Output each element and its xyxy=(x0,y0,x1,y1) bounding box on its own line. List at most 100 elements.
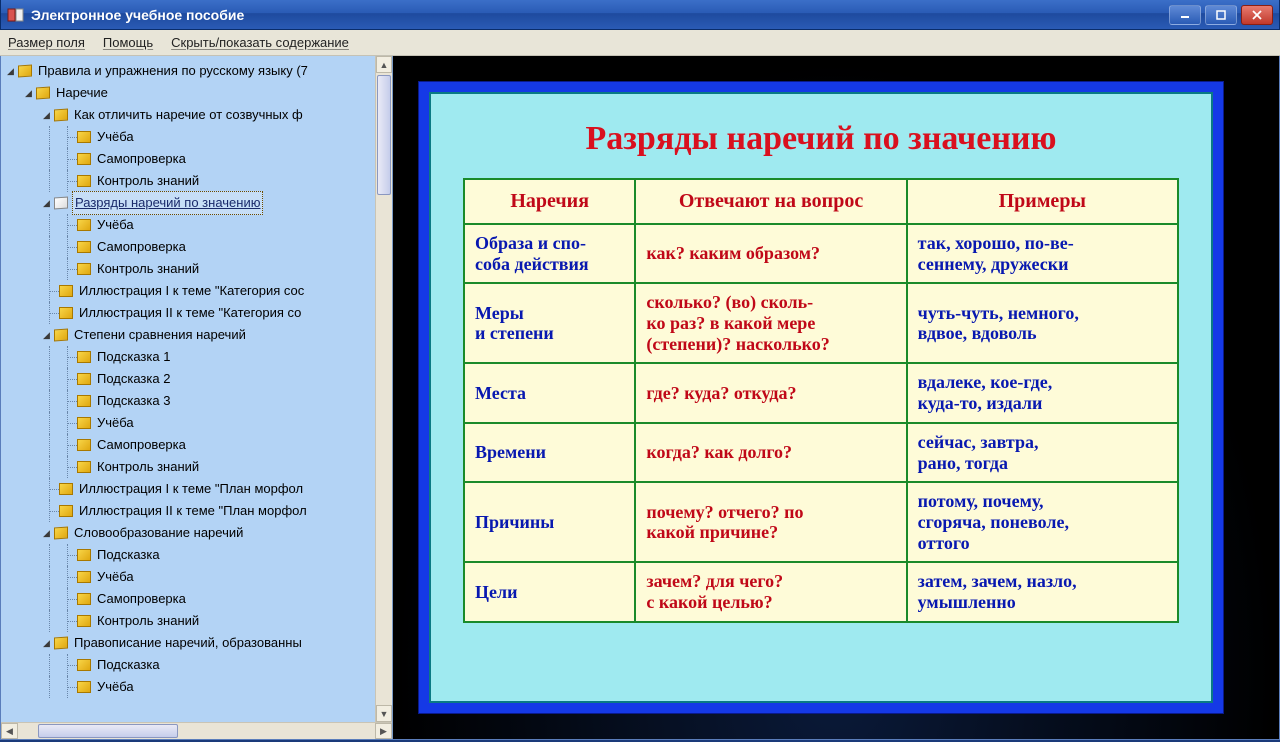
tree-node[interactable]: Контроль знаний xyxy=(5,170,375,192)
tree-label: Иллюстрация II к теме "Категория со xyxy=(77,302,303,324)
tree-node-root[interactable]: ◢ Правила и упражнения по русскому языку… xyxy=(5,60,375,82)
tree-label: Контроль знаний xyxy=(95,610,201,632)
tree-node[interactable]: Подсказка xyxy=(5,654,375,676)
cell-examples: затем, зачем, назло, умышленно xyxy=(907,562,1178,621)
tree-label: Правописание наречий, образованны xyxy=(72,632,304,654)
tree-label: Правила и упражнения по русскому языку (… xyxy=(36,60,310,82)
page-icon xyxy=(77,263,91,275)
table-row: Временикогда? как долго?сейчас, завтра, … xyxy=(464,423,1178,482)
page-icon xyxy=(77,351,91,363)
scroll-down-icon[interactable]: ▼ xyxy=(376,705,392,722)
cell-category: Образа и спо- соба действия xyxy=(464,224,635,283)
page-icon xyxy=(59,505,73,517)
menubar: Размер поля Помощь Скрыть/показать содер… xyxy=(0,30,1280,56)
tree-node[interactable]: Самопроверка xyxy=(5,588,375,610)
tree-node[interactable]: Самопроверка xyxy=(5,434,375,456)
collapse-icon[interactable]: ◢ xyxy=(23,88,34,99)
page-icon xyxy=(77,219,91,231)
collapse-icon[interactable]: ◢ xyxy=(41,110,52,121)
collapse-icon[interactable]: ◢ xyxy=(5,66,16,77)
page-icon xyxy=(77,615,91,627)
main-area: ◢ Правила и упражнения по русскому языку… xyxy=(0,56,1280,740)
cell-category: Времени xyxy=(464,423,635,482)
tree-node[interactable]: Подсказка 3 xyxy=(5,390,375,412)
scroll-up-icon[interactable]: ▲ xyxy=(376,56,392,73)
tree-label: Как отличить наречие от созвучных ф xyxy=(72,104,305,126)
tree-label: Разряды наречий по значению xyxy=(72,191,263,215)
tree-node[interactable]: Контроль знаний xyxy=(5,456,375,478)
tree-node[interactable]: Учёба xyxy=(5,676,375,698)
close-button[interactable] xyxy=(1241,5,1273,25)
toc-tree[interactable]: ◢ Правила и упражнения по русскому языку… xyxy=(1,56,375,702)
minimize-button[interactable] xyxy=(1169,5,1201,25)
cell-category: Места xyxy=(464,363,635,422)
tree-node[interactable]: Учёба xyxy=(5,214,375,236)
tree-node[interactable]: Подсказка xyxy=(5,544,375,566)
tree-node[interactable]: Контроль знаний xyxy=(5,258,375,280)
cell-category: Причины xyxy=(464,482,635,562)
slide-title: Разряды наречий по значению xyxy=(586,120,1057,158)
horizontal-scrollbar[interactable]: ◀ ▶ xyxy=(1,722,392,739)
collapse-icon[interactable]: ◢ xyxy=(41,330,52,341)
book-icon xyxy=(54,109,68,122)
tree-node[interactable]: Самопроверка xyxy=(5,236,375,258)
cell-examples: вдалеке, кое-где, куда-то, издали xyxy=(907,363,1178,422)
tree-node[interactable]: Учёба xyxy=(5,126,375,148)
tree-node[interactable]: Самопроверка xyxy=(5,148,375,170)
tree-node[interactable]: Иллюстрация I к теме "Категория сос xyxy=(5,280,375,302)
tree-label: Контроль знаний xyxy=(95,170,201,192)
cell-question: когда? как долго? xyxy=(635,423,906,482)
cell-question: как? каким образом? xyxy=(635,224,906,283)
tree-node[interactable]: ◢ Как отличить наречие от созвучных ф xyxy=(5,104,375,126)
table-row: Целизачем? для чего? с какой целью?затем… xyxy=(464,562,1178,621)
collapse-icon[interactable]: ◢ xyxy=(41,198,52,209)
book-icon xyxy=(36,87,50,100)
tree-node[interactable]: Учёба xyxy=(5,412,375,434)
tree-label: Самопроверка xyxy=(95,148,188,170)
tree-node[interactable]: ◢Словообразование наречий xyxy=(5,522,375,544)
tree-node[interactable]: Учёба xyxy=(5,566,375,588)
tree-node[interactable]: Контроль знаний xyxy=(5,610,375,632)
tree-node[interactable]: Иллюстрация I к теме "План морфол xyxy=(5,478,375,500)
maximize-button[interactable] xyxy=(1205,5,1237,25)
titlebar: Электронное учебное пособие xyxy=(0,0,1280,30)
tree-label: Подсказка xyxy=(95,544,162,566)
book-icon xyxy=(54,329,68,342)
tree-label: Наречие xyxy=(54,82,110,104)
page-icon xyxy=(77,681,91,693)
scroll-left-icon[interactable]: ◀ xyxy=(1,723,18,739)
tree-node[interactable]: ◢ Правописание наречий, образованны xyxy=(5,632,375,654)
table-header: Примеры xyxy=(907,179,1178,224)
page-icon xyxy=(77,241,91,253)
toc-panel: ◢ Правила и упражнения по русскому языку… xyxy=(1,56,393,739)
collapse-icon[interactable]: ◢ xyxy=(41,528,52,539)
page-icon xyxy=(77,373,91,385)
book-icon xyxy=(18,65,32,78)
table-row: Причиныпочему? отчего? по какой причине?… xyxy=(464,482,1178,562)
menu-field-size[interactable]: Размер поля xyxy=(8,35,85,50)
page-icon xyxy=(77,571,91,583)
tree-node[interactable]: ◢ Степени сравнения наречий xyxy=(5,324,375,346)
tree-node[interactable]: ◢ Наречие xyxy=(5,82,375,104)
vertical-scrollbar[interactable]: ▲ ▼ xyxy=(375,56,392,722)
scroll-thumb[interactable] xyxy=(38,724,178,738)
tree-label: Контроль знаний xyxy=(95,258,201,280)
content-panel: Разряды наречий по значению Наречия Отве… xyxy=(393,56,1279,739)
table-header: Отвечают на вопрос xyxy=(635,179,906,224)
tree-node-selected[interactable]: ◢ Разряды наречий по значению xyxy=(5,192,375,214)
cell-category: Меры и степени xyxy=(464,283,635,363)
window-title: Электронное учебное пособие xyxy=(31,7,244,23)
collapse-icon[interactable]: ◢ xyxy=(41,638,52,649)
page-icon xyxy=(59,307,73,319)
tree-node[interactable]: Подсказка 2 xyxy=(5,368,375,390)
scroll-thumb[interactable] xyxy=(377,75,391,195)
menu-toggle-toc[interactable]: Скрыть/показать содержание xyxy=(171,35,349,50)
tree-node[interactable]: Подсказка 1 xyxy=(5,346,375,368)
cell-question: зачем? для чего? с какой целью? xyxy=(635,562,906,621)
tree-node[interactable]: Иллюстрация II к теме "План морфол xyxy=(5,500,375,522)
tree-node[interactable]: Иллюстрация II к теме "Категория со xyxy=(5,302,375,324)
page-icon xyxy=(77,659,91,671)
scroll-right-icon[interactable]: ▶ xyxy=(375,723,392,739)
tree-label: Самопроверка xyxy=(95,434,188,456)
menu-help[interactable]: Помощь xyxy=(103,35,153,50)
